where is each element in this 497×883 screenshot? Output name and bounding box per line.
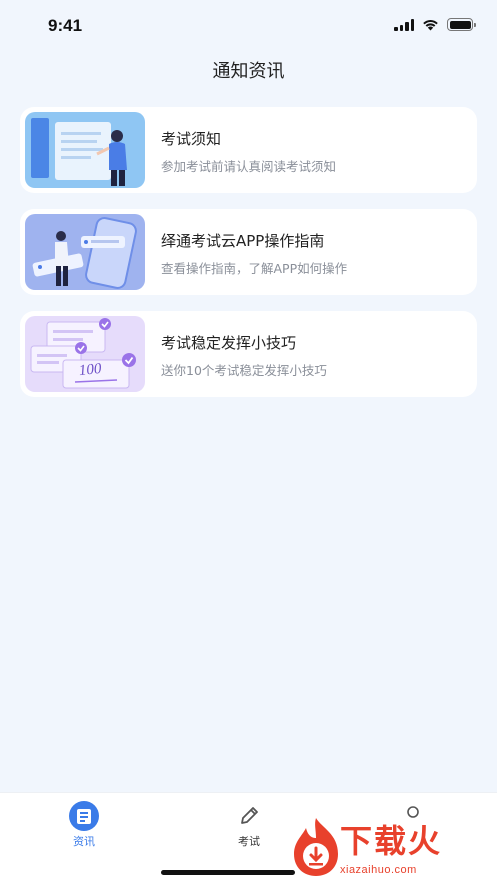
score-text: 100 <box>78 360 103 380</box>
tab-exam[interactable]: 考试 <box>209 801 289 849</box>
page-title: 通知资讯 <box>212 61 285 82</box>
notice-card-exam-guide[interactable]: 考试须知 参加考试前请认真阅读考试须知 <box>20 107 477 193</box>
tab-label: 资讯 <box>73 835 95 848</box>
card-title: 绎通考试云APP操作指南 <box>161 232 325 250</box>
card-title: 考试稳定发挥小技巧 <box>161 334 297 352</box>
cellular-signal-icon <box>394 18 414 31</box>
card-subtitle: 参加考试前请认真阅读考试须知 <box>161 159 337 174</box>
watermark-url: xiazaihuo.com <box>340 864 417 876</box>
news-icon <box>69 801 99 831</box>
card-subtitle: 查看操作指南，了解APP如何操作 <box>161 261 348 276</box>
pencil-icon <box>241 807 258 824</box>
exam-guide-illustration <box>25 112 145 188</box>
tab-label: 考试 <box>238 835 260 848</box>
wifi-icon <box>423 20 438 31</box>
home-indicator <box>161 870 295 875</box>
exam-tips-illustration: 100 <box>25 316 145 392</box>
battery-icon <box>447 18 476 31</box>
notice-card-app-guide[interactable]: 绎通考试云APP操作指南 查看操作指南，了解APP如何操作 <box>20 209 477 295</box>
card-subtitle: 送你10个考试稳定发挥小技巧 <box>161 363 327 378</box>
tab-news[interactable]: 资讯 <box>44 801 124 849</box>
status-time: 9:41 <box>48 16 83 35</box>
flame-download-icon <box>294 818 338 876</box>
notice-card-exam-tips[interactable]: 100 考试稳定发挥小技巧 送你10个考试稳定发挥小技巧 <box>20 311 477 397</box>
app-guide-illustration <box>25 214 145 290</box>
card-title: 考试须知 <box>161 130 222 148</box>
watermark-text: 下载火 <box>340 822 443 860</box>
status-icons <box>394 18 476 31</box>
watermark-logo: 下载火 xiazaihuo.com <box>288 812 497 883</box>
status-bar: 9:41 <box>0 0 497 50</box>
